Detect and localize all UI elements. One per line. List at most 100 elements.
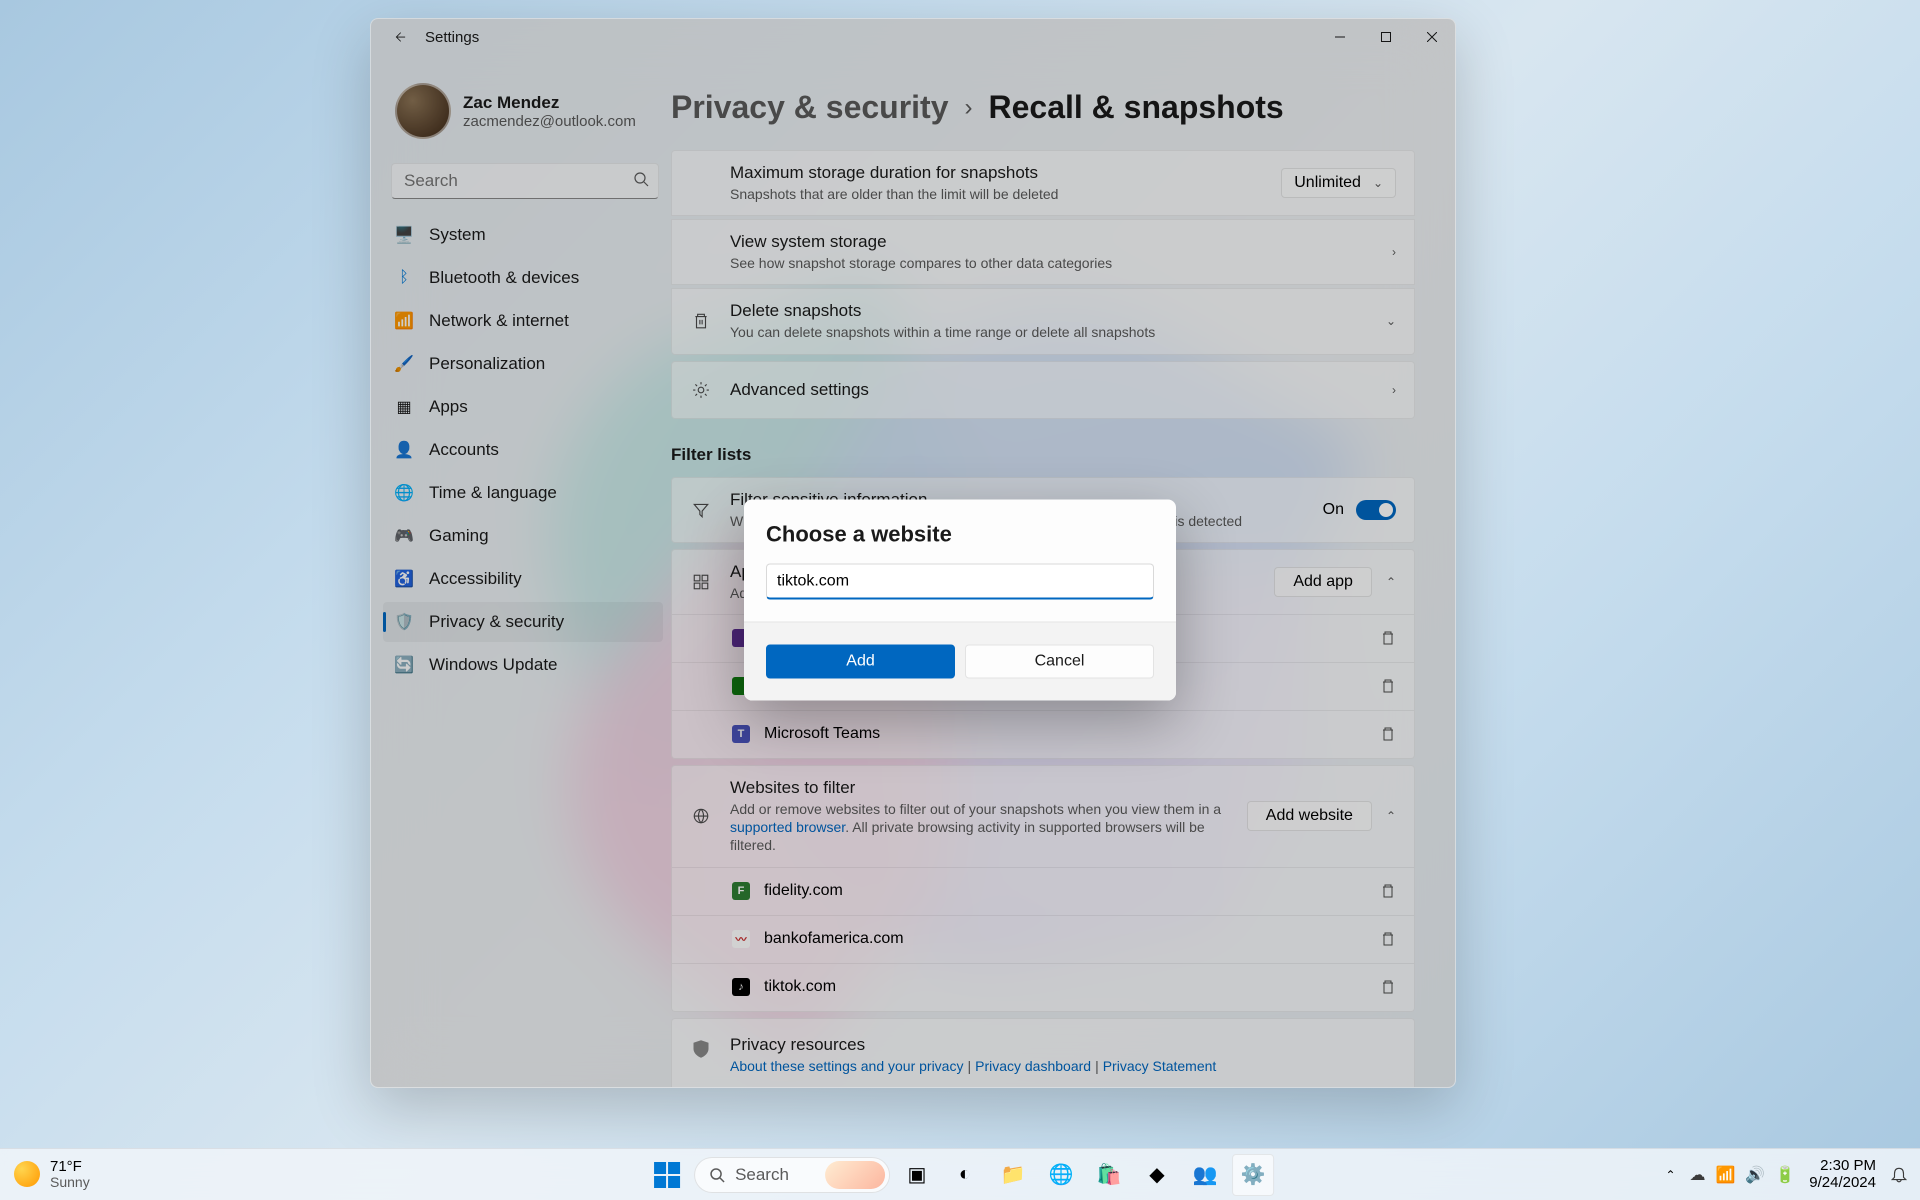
update-icon: 🔄 [395, 656, 413, 674]
nav-network[interactable]: 📶Network & internet [383, 301, 663, 341]
delete-button[interactable] [1380, 931, 1396, 947]
taskbar-center: Search ▣ ◐ 📁 🌐 🛍️ ◆ 👥 ⚙️ [646, 1154, 1274, 1196]
search-box [391, 163, 659, 199]
add-website-button[interactable]: Add website [1247, 801, 1372, 831]
gamepad-icon: 🎮 [395, 527, 413, 545]
profile-email: zacmendez@outlook.com [463, 113, 636, 130]
delete-button[interactable] [1380, 979, 1396, 995]
row-sub: See how snapshot storage compares to oth… [730, 254, 1374, 272]
start-button[interactable] [646, 1154, 688, 1196]
privacy-resources-row: Privacy resources About these settings a… [671, 1018, 1415, 1088]
explorer-button[interactable]: 📁 [992, 1154, 1034, 1196]
shield-icon: 🛡️ [395, 613, 413, 631]
nav-label: Network & internet [429, 311, 569, 331]
edge-button[interactable]: 🌐 [1040, 1154, 1082, 1196]
website-row: ♪ tiktok.com [671, 964, 1415, 1012]
taskbar-search[interactable]: Search [694, 1157, 890, 1193]
nav-personalization[interactable]: 🖌️ Personalization [383, 344, 663, 384]
trash-icon [690, 312, 712, 330]
nav-bluetooth[interactable]: ᛒBluetooth & devices [383, 258, 663, 298]
pinned-app-button[interactable]: ◆ [1136, 1154, 1178, 1196]
site-name: fidelity.com [764, 882, 1366, 900]
time: 2:30 PM [1820, 1158, 1876, 1175]
search-highlight-icon [825, 1161, 885, 1189]
nav-accounts[interactable]: 👤Accounts [383, 430, 663, 470]
search-placeholder: Search [735, 1165, 789, 1185]
battery-icon[interactable]: 🔋 [1775, 1165, 1795, 1185]
row-title: Websites to filter [730, 778, 1229, 798]
delete-snapshots-row[interactable]: Delete snapshots You can delete snapshot… [671, 288, 1415, 354]
minimize-button[interactable] [1317, 19, 1363, 55]
delete-button[interactable] [1380, 678, 1396, 694]
row-sub: Add or remove websites to filter out of … [730, 800, 1229, 855]
weather-temp: 71°F [50, 1159, 90, 1176]
brush-icon: 🖌️ [395, 355, 413, 373]
delete-button[interactable] [1380, 883, 1396, 899]
max-storage-dropdown[interactable]: Unlimited ⌄ [1281, 168, 1396, 198]
nav-apps[interactable]: ▦Apps [383, 387, 663, 427]
wifi-icon[interactable]: 📶 [1716, 1165, 1736, 1185]
advanced-settings-row[interactable]: Advanced settings › [671, 361, 1415, 419]
dialog-title: Choose a website [766, 522, 1154, 548]
tray-expand-icon[interactable]: ⌃ [1665, 1168, 1675, 1182]
onedrive-icon[interactable]: ☁ [1690, 1165, 1706, 1185]
websites-filter-row[interactable]: Websites to filter Add or remove website… [671, 765, 1415, 868]
site-favicon: F [732, 882, 750, 900]
breadcrumb-parent[interactable]: Privacy & security [671, 89, 949, 126]
profile-block[interactable]: Zac Mendez zacmendez@outlook.com [383, 63, 671, 163]
site-name: tiktok.com [764, 978, 1366, 996]
back-button[interactable] [379, 21, 419, 53]
task-view-button[interactable]: ▣ [896, 1154, 938, 1196]
maximize-button[interactable] [1363, 19, 1409, 55]
nav-accessibility[interactable]: ♿ Accessibility [383, 559, 663, 599]
row-title: Privacy resources [730, 1035, 1396, 1055]
dropdown-value: Unlimited [1294, 174, 1361, 192]
view-storage-row[interactable]: View system storage See how snapshot sto… [671, 219, 1415, 285]
nav-label: Accessibility [429, 569, 522, 589]
supported-browser-link[interactable]: supported browser [730, 819, 845, 835]
nav-privacy[interactable]: 🛡️Privacy & security [383, 602, 663, 642]
choose-website-dialog: Choose a website Add Cancel [744, 500, 1176, 701]
nav-time[interactable]: 🌐Time & language [383, 473, 663, 513]
search-input[interactable] [391, 163, 659, 199]
settings-taskbar-button[interactable]: ⚙️ [1232, 1154, 1274, 1196]
copilot-button[interactable]: ◐ [944, 1154, 986, 1196]
profile-name: Zac Mendez [463, 93, 636, 113]
notifications-icon[interactable] [1890, 1166, 1908, 1184]
delete-button[interactable] [1380, 630, 1396, 646]
store-button[interactable]: 🛍️ [1088, 1154, 1130, 1196]
clock[interactable]: 2:30 PM 9/24/2024 [1809, 1158, 1876, 1191]
display-icon: 🖥️ [395, 226, 413, 244]
accessibility-icon: ♿ [395, 570, 413, 588]
max-storage-row[interactable]: Maximum storage duration for snapshots S… [671, 150, 1415, 216]
shield-icon [690, 1039, 712, 1059]
search-icon [709, 1167, 725, 1183]
about-settings-link[interactable]: About these settings and your privacy [730, 1058, 963, 1074]
privacy-statement-link[interactable]: Privacy Statement [1103, 1058, 1217, 1074]
chevron-right-icon: › [965, 94, 973, 122]
volume-icon[interactable]: 🔊 [1745, 1165, 1765, 1185]
apps-grid-icon [690, 573, 712, 591]
app-title: Settings [425, 29, 479, 46]
nav-update[interactable]: 🔄 Windows Update [383, 645, 663, 685]
teams-button[interactable]: 👥 [1184, 1154, 1226, 1196]
add-app-button[interactable]: Add app [1274, 567, 1372, 597]
date: 9/24/2024 [1809, 1175, 1876, 1192]
nav-system[interactable]: 🖥️System [383, 215, 663, 255]
filter-sensitive-toggle[interactable] [1356, 500, 1396, 520]
nav-label: Time & language [429, 483, 557, 503]
app-name: Microsoft Teams [764, 725, 1366, 743]
chevron-right-icon: › [1392, 383, 1396, 397]
cancel-button[interactable]: Cancel [965, 645, 1154, 679]
nav-label: Personalization [429, 354, 545, 374]
close-button[interactable] [1409, 19, 1455, 55]
add-button[interactable]: Add [766, 645, 955, 679]
chevron-down-icon: ⌄ [1373, 176, 1383, 190]
weather-widget[interactable]: 71°F Sunny [0, 1159, 90, 1191]
chevron-up-icon: ⌃ [1386, 809, 1396, 823]
nav-gaming[interactable]: 🎮Gaming [383, 516, 663, 556]
website-url-input[interactable] [766, 564, 1154, 600]
nav-label: Windows Update [429, 655, 558, 675]
delete-button[interactable] [1380, 726, 1396, 742]
privacy-dashboard-link[interactable]: Privacy dashboard [975, 1058, 1091, 1074]
